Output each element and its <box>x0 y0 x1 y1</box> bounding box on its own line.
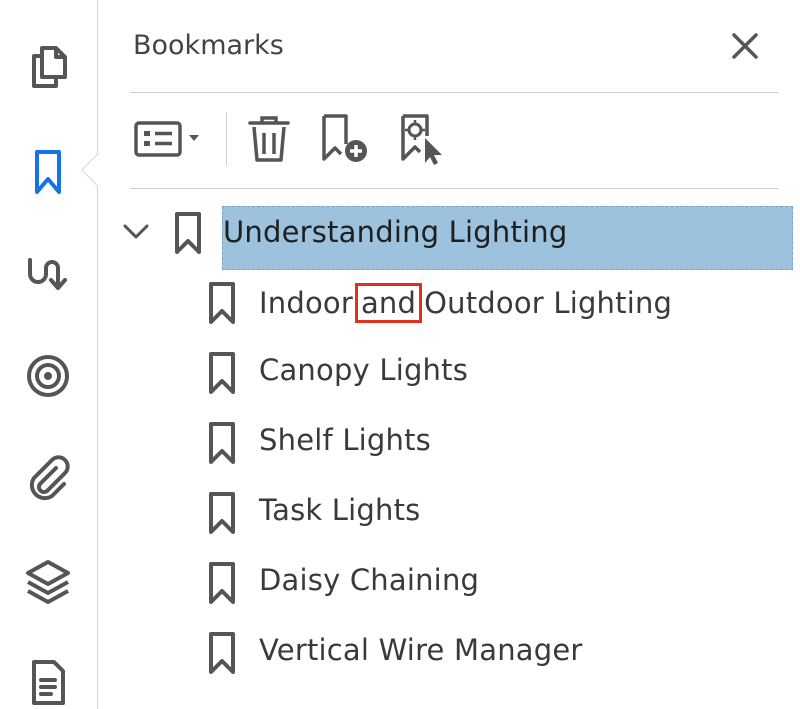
bookmark-label: Understanding Lighting <box>223 215 568 249</box>
bookmark-item[interactable]: Daisy Chaining <box>99 546 800 616</box>
new-bookmark-from-selection-button[interactable] <box>395 110 451 168</box>
add-bookmark-icon <box>322 114 367 162</box>
bookmark-icon <box>209 562 235 604</box>
bookmark-label: Vertical Wire Manager <box>259 633 583 667</box>
bookmark-item[interactable]: Indoor and Outdoor Lighting <box>99 266 800 336</box>
bookmark-icon <box>209 492 235 534</box>
chevron-down-icon[interactable] <box>121 216 151 246</box>
bookmark-item[interactable]: Task Lights <box>99 476 800 546</box>
bookmarks-panel: Bookmarks Understanding Lighting Indoor … <box>99 0 800 709</box>
signature-icon <box>28 258 67 290</box>
bookmark-item[interactable]: Shelf Lights <box>99 406 800 476</box>
layers-button[interactable] <box>18 552 78 612</box>
toolbar-separator <box>226 112 227 166</box>
new-bookmark-button[interactable] <box>317 110 373 168</box>
target-icon <box>27 355 69 397</box>
attachments-button[interactable] <box>18 448 78 508</box>
bookmark-icon <box>209 352 235 394</box>
options-dropdown-button[interactable] <box>133 110 205 168</box>
bookmark-label: Canopy Lights <box>259 353 469 387</box>
options-list-icon <box>134 121 199 157</box>
bookmark-icon <box>209 282 235 324</box>
label-text: Indoor <box>259 286 353 320</box>
bookmark-label: Indoor and Outdoor Lighting <box>259 283 672 323</box>
highlighted-word: and <box>354 283 423 323</box>
navigation-rail <box>0 0 98 709</box>
layers-icon <box>26 560 70 604</box>
header-divider <box>130 92 778 93</box>
document-icon <box>32 660 65 705</box>
signatures-button[interactable] <box>18 244 78 304</box>
trash-icon <box>248 116 290 162</box>
close-icon <box>732 33 758 59</box>
bookmark-icon <box>209 422 235 464</box>
delete-bookmark-button[interactable] <box>243 110 295 168</box>
bookmark-icon <box>209 632 235 674</box>
document-button[interactable] <box>18 652 78 709</box>
attachment-icon <box>29 455 70 501</box>
panel-title: Bookmarks <box>133 30 284 61</box>
label-text: Outdoor Lighting <box>424 286 673 320</box>
bookmark-item[interactable]: Canopy Lights <box>99 336 800 406</box>
pages-icon <box>32 46 67 88</box>
bookmark-label: Task Lights <box>259 493 421 527</box>
pages-button[interactable] <box>18 38 78 98</box>
bookmarks-button[interactable] <box>18 142 78 202</box>
bookmark-label: Daisy Chaining <box>259 563 480 597</box>
bookmark-target-icon <box>401 114 442 165</box>
close-button[interactable] <box>725 26 765 66</box>
toolbar-divider <box>130 188 778 189</box>
bookmark-icon <box>175 212 201 254</box>
target-button[interactable] <box>18 346 78 406</box>
bookmark-label: Shelf Lights <box>259 423 431 457</box>
bookmark-item[interactable]: Vertical Wire Manager <box>99 616 800 686</box>
bookmark-item-root[interactable]: Understanding Lighting <box>99 196 800 270</box>
bookmark-icon <box>35 150 61 194</box>
